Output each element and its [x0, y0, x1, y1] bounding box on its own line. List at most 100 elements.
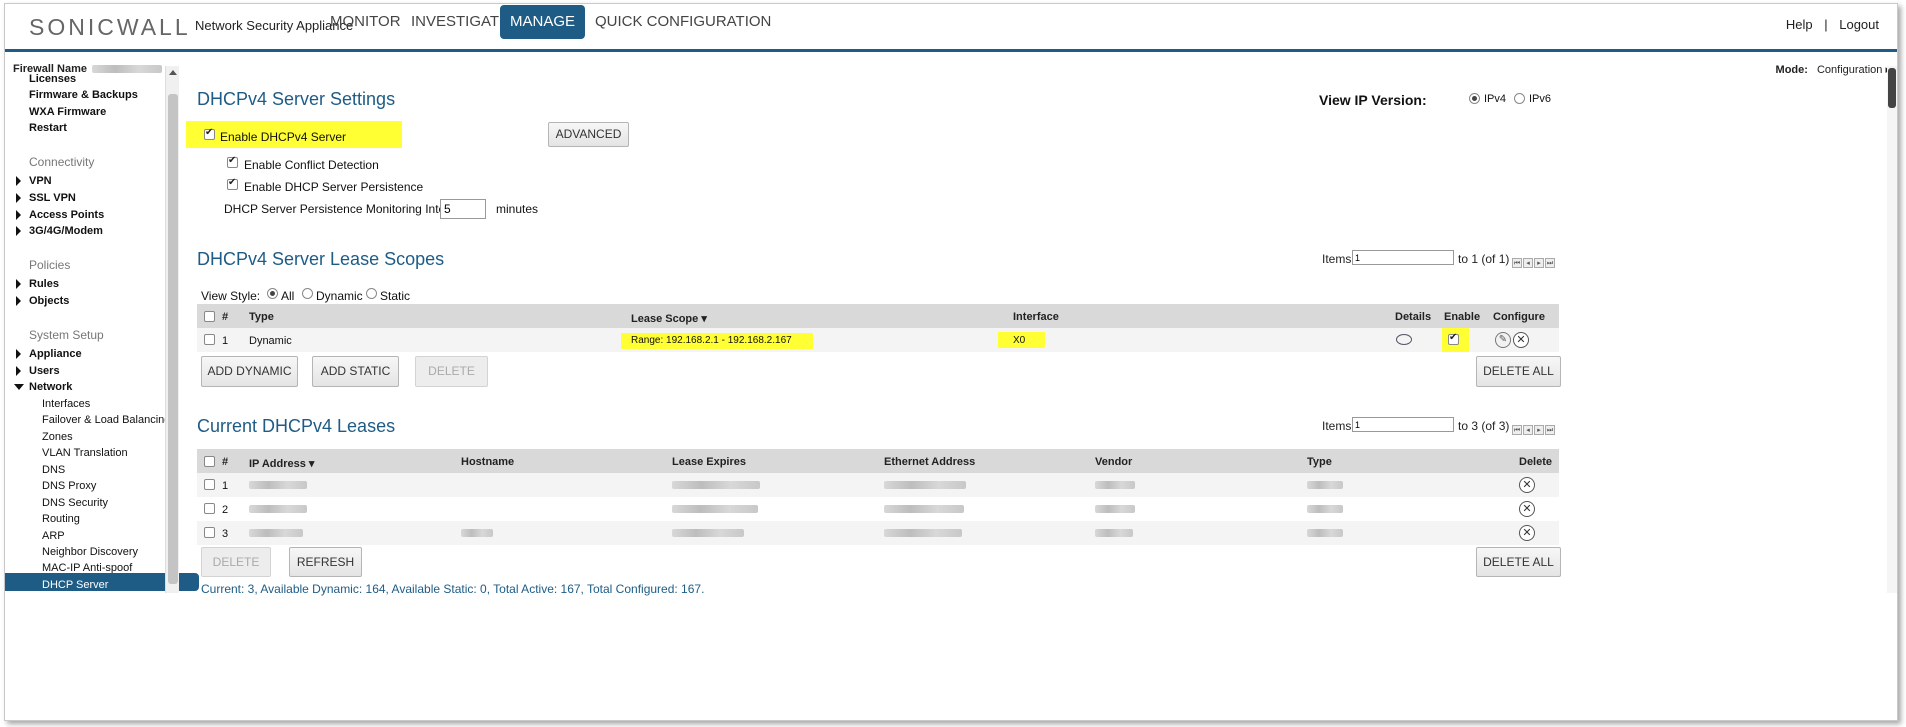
- col-num: #: [222, 456, 229, 468]
- scopes-pager: Items: [1322, 252, 1351, 266]
- row-num: 1: [222, 480, 229, 492]
- redacted-ip: [249, 529, 303, 537]
- ipv6-label: IPv6: [1529, 93, 1552, 105]
- mode-label: Mode:: [1775, 64, 1808, 76]
- table-row: 2 ✕: [197, 497, 1559, 521]
- first-page-icon[interactable]: ⏮: [1512, 425, 1522, 435]
- leases-table-header: # IP Address ▾ Hostname Lease Expires Et…: [197, 449, 1559, 473]
- main-content: DHCPv4 Server Settings Enable DHCPv4 Ser…: [5, 4, 1669, 646]
- ipv4-label: IPv4: [1484, 93, 1507, 105]
- redacted-mac: [884, 505, 964, 513]
- view-style-label: View Style:: [201, 289, 261, 303]
- row-checkbox[interactable]: [204, 334, 215, 345]
- persistence-checkbox[interactable]: [227, 177, 238, 190]
- advanced-button[interactable]: ADVANCED: [548, 122, 629, 147]
- col-interface[interactable]: Interface: [1013, 311, 1059, 323]
- last-page-icon[interactable]: ⏭: [1545, 425, 1555, 435]
- select-all-leases-checkbox[interactable]: [204, 456, 215, 467]
- add-static-button[interactable]: ADD STATIC: [312, 356, 399, 387]
- add-dynamic-button[interactable]: ADD DYNAMIC: [201, 356, 298, 387]
- delete-x-icon[interactable]: ✕: [1519, 501, 1535, 517]
- main-scrollbar[interactable]: [1887, 66, 1897, 593]
- interval-unit: minutes: [496, 202, 539, 216]
- last-page-icon[interactable]: ⏭: [1545, 258, 1555, 268]
- row-checkbox[interactable]: [204, 527, 215, 538]
- link-separator: |: [1824, 17, 1828, 32]
- delete-x-icon[interactable]: ✕: [1519, 477, 1535, 493]
- edit-pencil-icon[interactable]: ✎: [1495, 332, 1511, 348]
- col-ip-address[interactable]: IP Address ▾: [249, 457, 314, 470]
- scopes-table-header: # Type Lease Scope ▾ Interface Details E…: [197, 304, 1559, 328]
- delete-scope-button[interactable]: DELETE: [415, 356, 488, 387]
- redacted-type: [1307, 481, 1343, 489]
- redacted-expires: [672, 529, 744, 537]
- view-static-label: Static: [380, 289, 411, 303]
- interval-input[interactable]: [440, 199, 486, 219]
- row-checkbox[interactable]: [204, 503, 215, 514]
- leases-title: Current DHCPv4 Leases: [197, 416, 396, 436]
- ipv6-radio[interactable]: [1514, 93, 1525, 104]
- view-static-radio[interactable]: [366, 288, 377, 299]
- row-lease-scope: Range: 192.168.2.1 - 192.168.2.167: [631, 335, 792, 346]
- redacted-type: [1307, 505, 1343, 513]
- table-row: 3 ✕: [197, 521, 1559, 545]
- redacted-expires: [672, 481, 760, 489]
- col-delete: Delete: [1519, 456, 1553, 468]
- view-dynamic-radio[interactable]: [302, 288, 313, 299]
- redacted-hostname: [461, 529, 493, 537]
- delete-x-icon[interactable]: ✕: [1513, 332, 1529, 348]
- prev-page-icon[interactable]: ◂: [1523, 425, 1533, 435]
- col-enable: Enable: [1444, 311, 1481, 323]
- delete-x-icon[interactable]: ✕: [1519, 525, 1535, 541]
- row-num: 3: [222, 528, 229, 540]
- app-window: SONICWALL Network Security Appliance MON…: [4, 3, 1898, 721]
- scopes-items-input[interactable]: [1352, 250, 1454, 265]
- conflict-detection-label: Enable Conflict Detection: [244, 158, 379, 172]
- prev-page-icon[interactable]: ◂: [1523, 258, 1533, 268]
- redacted-vendor: [1095, 481, 1135, 489]
- enable-dhcpv4-label: Enable DHCPv4 Server: [220, 130, 347, 144]
- select-all-scopes-checkbox[interactable]: [204, 311, 215, 322]
- enable-dhcpv4-checkbox[interactable]: [204, 127, 215, 140]
- table-row: 1 ✕: [197, 473, 1559, 497]
- leases-items-label: Items: [1322, 419, 1352, 433]
- leases-pager: Items: [1322, 419, 1351, 433]
- persistence-label: Enable DHCP Server Persistence: [244, 180, 424, 194]
- col-type[interactable]: Type: [249, 311, 274, 323]
- redacted-expires: [672, 505, 758, 513]
- help-link[interactable]: Help: [1786, 17, 1813, 32]
- delete-all-scopes-button[interactable]: DELETE ALL: [1476, 356, 1561, 387]
- row-checkbox[interactable]: [204, 479, 215, 490]
- conflict-detection-checkbox[interactable]: [227, 155, 238, 168]
- view-all-radio[interactable]: [267, 288, 278, 299]
- row-enable-checkbox[interactable]: [1448, 332, 1459, 345]
- redacted-ip: [249, 481, 307, 489]
- top-links: Help | Logout: [1782, 17, 1883, 32]
- col-lease-scope[interactable]: Lease Scope ▾: [631, 312, 707, 325]
- col-configure: Configure: [1493, 311, 1545, 323]
- leases-items-input[interactable]: [1352, 417, 1454, 432]
- row-type: Dynamic: [249, 335, 292, 347]
- mode-indicator: Mode: Configuration ▸: [1776, 63, 1891, 76]
- delete-all-leases-button[interactable]: DELETE ALL: [1476, 547, 1561, 577]
- col-ethernet-address[interactable]: Ethernet Address: [884, 456, 975, 468]
- leases-status: Current: 3, Available Dynamic: 164, Avai…: [201, 582, 705, 596]
- redacted-ip: [249, 505, 307, 513]
- ipv4-radio[interactable]: [1469, 93, 1480, 104]
- first-page-icon[interactable]: ⏮: [1512, 258, 1522, 268]
- col-vendor[interactable]: Vendor: [1095, 456, 1132, 468]
- view-ip-label: View IP Version:: [1319, 92, 1427, 108]
- col-hostname[interactable]: Hostname: [461, 456, 514, 468]
- delete-lease-button[interactable]: DELETE: [201, 547, 271, 577]
- col-type[interactable]: Type: [1307, 456, 1332, 468]
- col-lease-expires[interactable]: Lease Expires: [672, 456, 746, 468]
- next-page-icon[interactable]: ▸: [1534, 425, 1544, 435]
- mode-value[interactable]: Configuration ▸: [1817, 64, 1891, 76]
- details-bubble-icon[interactable]: [1396, 334, 1412, 345]
- redacted-type: [1307, 529, 1343, 537]
- view-all-label: All: [281, 289, 295, 303]
- main-scroll-thumb[interactable]: [1888, 68, 1896, 108]
- next-page-icon[interactable]: ▸: [1534, 258, 1544, 268]
- logout-link[interactable]: Logout: [1839, 17, 1879, 32]
- refresh-button[interactable]: REFRESH: [289, 547, 362, 577]
